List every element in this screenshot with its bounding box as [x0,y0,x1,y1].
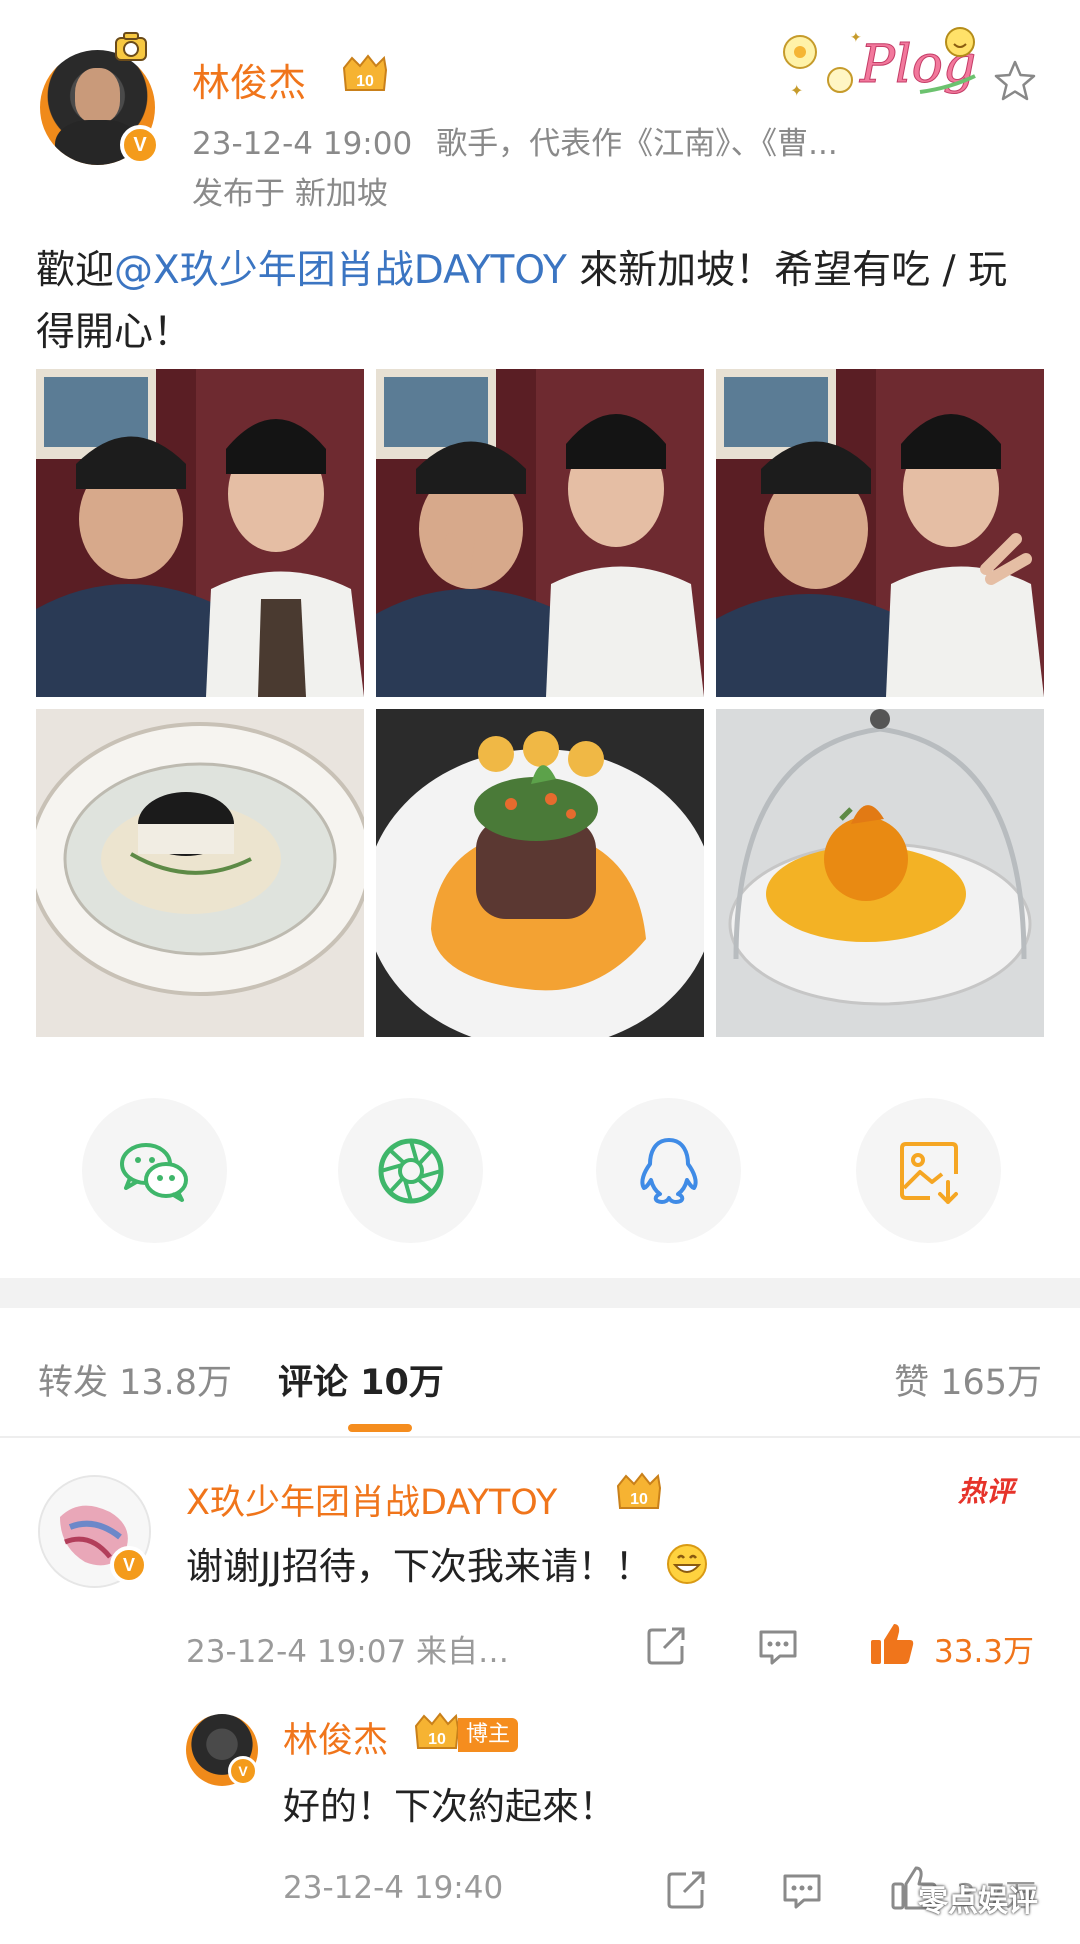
post-location: 发布于 新加坡 [192,176,388,212]
share-wechat-button[interactable] [82,1098,227,1243]
tab-like[interactable]: 赞 165万 [894,1354,1042,1405]
level-crown-icon: 10 [616,1472,662,1509]
save-image-icon [899,1141,958,1204]
qq-icon [639,1137,698,1204]
level-crown-icon: 10 [414,1712,460,1749]
comment-like-count: 33.3万 [934,1634,1035,1670]
post-time: 23-12-4 19:00 [192,126,413,162]
post-header: V 林俊杰 10 23-12-4 19:00 歌手，代表作《江南》、《曹... 发… [0,0,1080,215]
tab-repost[interactable]: 转发 13.8万 [38,1354,232,1405]
verified-badge-icon: V [110,1546,148,1584]
commenter-name[interactable]: X玖少年团肖战DAYTOY [186,1474,557,1525]
author-name[interactable]: 林俊杰 [192,52,306,107]
post-meta: 23-12-4 19:00 歌手，代表作《江南》、《曹... [192,118,838,163]
image-selfie-2[interactable] [376,369,704,697]
comment-text-content: 谢谢JJ招待，下次我来请！！ [186,1545,652,1588]
image-dessert-dome[interactable] [716,709,1044,1037]
grin-emoji-icon [666,1544,707,1584]
reply-meta: 23-12-4 19:40 [283,1870,504,1906]
thumbs-up-icon[interactable] [868,1620,916,1668]
hot-comment-badge: 热评 [958,1475,1015,1508]
verified-badge-icon: V [120,125,160,165]
plog-sticker: ✦ ✦ Plog [783,27,977,100]
reply-author-name[interactable]: 林俊杰 [283,1712,388,1763]
share-row [0,1098,1080,1243]
comment-meta: 23-12-4 19:07 来自… [186,1634,510,1670]
share-icon[interactable] [664,1868,708,1912]
level-crown-icon: 10 [342,54,388,91]
interaction-tabs: 转发 13.8万 评论 10万 赞 165万 [0,1308,1080,1438]
reply-text: 好的！下次約起來！ [283,1785,616,1828]
verified-badge-icon: V [228,1756,258,1786]
share-icon[interactable] [644,1624,688,1668]
star-icon[interactable] [992,58,1038,104]
image-selfie-3[interactable] [716,369,1044,697]
comment-text: 谢谢JJ招待，下次我来请！！ [186,1536,708,1590]
post-text-prefix: 歡迎 [36,248,115,293]
share-moments-button[interactable] [338,1098,483,1243]
svg-text:10: 10 [428,1731,446,1748]
post-text: 歡迎@X玖少年团肖战DAYTOY 來新加坡！希望有吃 / 玩得開心！ [36,240,1046,364]
svg-text:10: 10 [630,1491,648,1508]
author-bio: 歌手，代表作《江南》、《曹... [436,126,838,162]
svg-text:10: 10 [356,73,374,90]
image-grid [36,369,1044,1037]
comment-icon[interactable] [780,1868,824,1912]
save-image-button[interactable] [856,1098,1001,1243]
active-tab-indicator [348,1424,412,1432]
camera-pendant-icon [115,32,147,61]
image-caviar-dish[interactable] [36,709,364,1037]
section-divider [0,1278,1080,1308]
svg-text:✦: ✦ [790,81,803,100]
mention-link[interactable]: @X玖少年团肖战DAYTOY [114,248,567,293]
moments-icon [378,1138,443,1203]
image-beef-dish[interactable] [376,709,704,1037]
share-qq-button[interactable] [596,1098,741,1243]
watermark: 零点娱评 [918,1884,1038,1919]
comment-icon[interactable] [756,1624,800,1668]
blogger-tag: 博主 [458,1718,519,1752]
image-selfie-1[interactable] [36,369,364,697]
tab-comment[interactable]: 评论 10万 [278,1354,444,1405]
wechat-icon [119,1142,188,1202]
